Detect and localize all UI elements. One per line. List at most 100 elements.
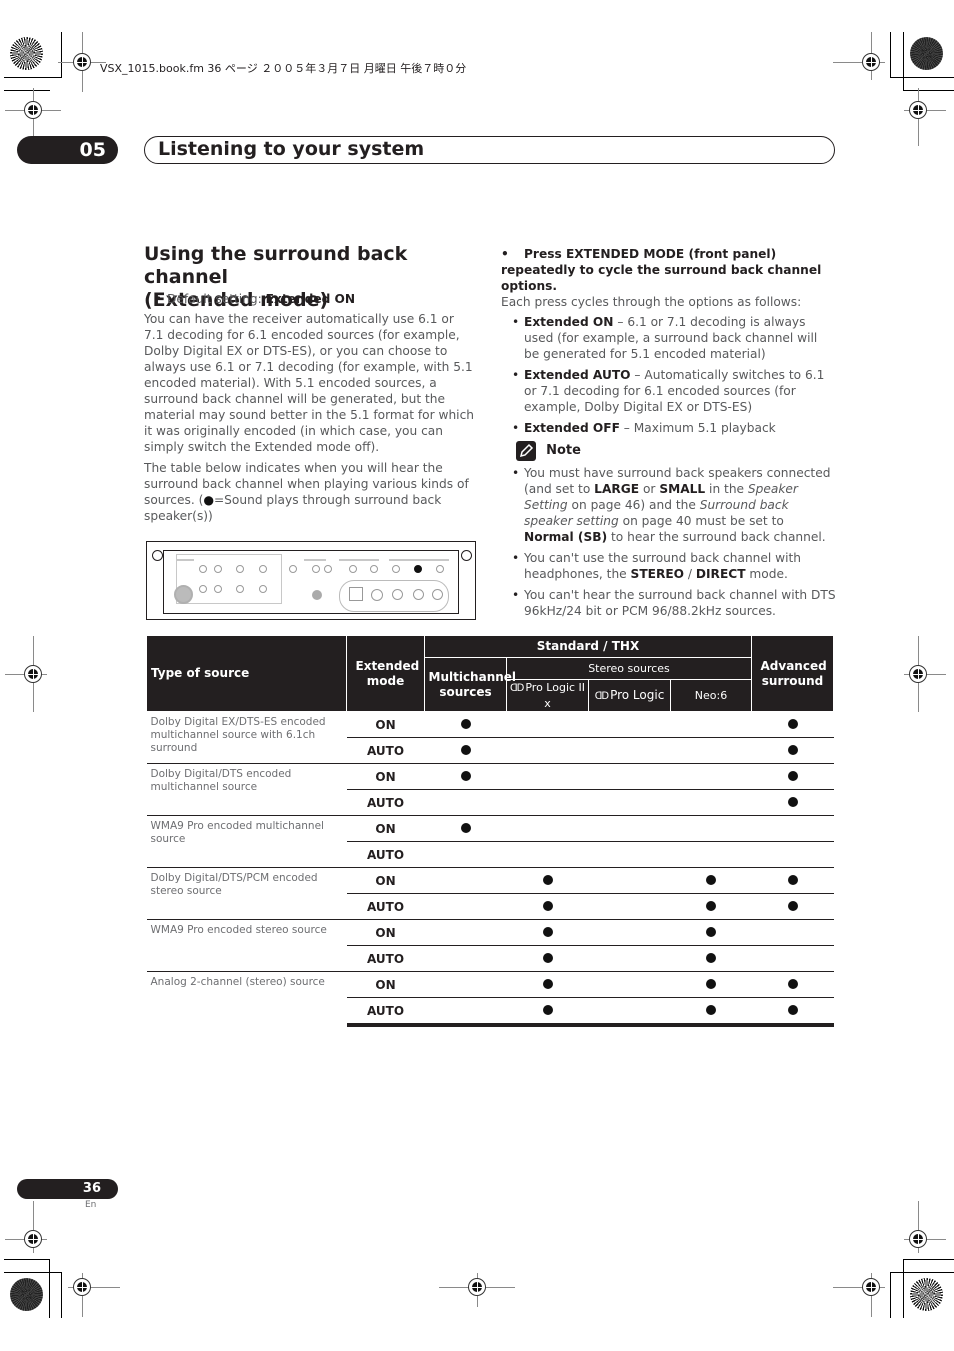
pencil-icon-glyph [519,443,534,457]
panel-label [176,559,194,561]
cell-pl2x [506,789,589,816]
note-emphasis: SMALL [659,482,706,496]
extended-mode-cell: AUTO [346,789,425,816]
panel-knob [392,565,400,573]
cell-neo6 [670,711,752,738]
extended-mode-cell: AUTO [346,997,425,1027]
table-row: WMA9 Pro encoded multichannel source ON [146,815,834,868]
sound-dot-icon [706,874,716,885]
panel-knob [214,565,222,573]
extended-mode-cell: ON [346,711,425,738]
header-advanced-surround: Advanced surround [751,635,834,712]
header-advanced-surround-text: Advanced surround [760,658,827,688]
chapter-title: Listening to your system [158,138,425,160]
cell-pl2x [506,919,589,946]
extended-mode-button-highlight [414,565,422,573]
source-type-cell: WMA9 Pro encoded stereo source [146,919,347,972]
left-column-text: Default setting: Extended ON You can hav… [144,291,474,524]
crop-mark [903,1259,904,1318]
cell-neo6 [670,737,752,764]
pencil-icon [516,440,536,461]
extended-mode-cell: AUTO [346,841,425,868]
table-row: Analog 2-channel (stereo) source ON [146,971,834,1025]
sound-dot-symbol: ● [203,493,214,507]
instruction-intro: Each press cycles through the options as… [501,295,802,309]
table-body: Dolby Digital EX/DTS-ES encoded multicha… [146,711,834,1027]
cell-neo6 [670,945,752,972]
cell-multichannel [424,867,507,894]
extended-options-list: Extended ON – 6.1 or 7.1 decoding is alw… [501,314,836,436]
header-type-of-source: Type of source [146,635,347,712]
extended-mode-cell: ON [346,763,425,790]
registration-starburst-bottom-right [910,1278,943,1311]
sound-dot-icon [542,900,553,911]
sound-dot-icon [706,926,716,937]
instruction-block: • Press EXTENDED MODE (front panel) repea… [501,246,836,441]
crop-mark [903,90,954,91]
sound-dot-icon [787,744,798,755]
note-text: in the [705,482,748,496]
cell-advanced [751,919,834,946]
cell-advanced [751,971,834,998]
extended-mode-cell: ON [346,867,425,894]
panel-knob [289,565,297,573]
extended-mode-cell: ON [346,971,425,998]
cell-pl [588,711,671,738]
cell-advanced [751,763,834,790]
table-row: Dolby Digital EX/DTS-ES encoded multicha… [146,711,834,764]
registration-starburst-bottom-left [10,1278,43,1311]
header-multichannel-text: Multichannel sources [428,669,517,699]
crop-mark [903,1259,954,1260]
cell-multichannel [424,763,507,790]
note-list: You must have surround back speakers con… [501,465,836,624]
cell-multichannel [424,997,507,1027]
registration-starburst-top-left [10,37,43,70]
cell-advanced [751,997,834,1027]
cell-pl2x [506,997,589,1027]
table-row: Dolby Digital/DTS encoded multichannel s… [146,763,834,816]
video-input-jack [432,589,443,600]
sound-dot-icon [787,874,798,885]
sound-dot-icon [542,926,553,937]
cell-neo6 [670,867,752,894]
default-setting-label: Default setting: [167,292,266,306]
note-emphasis: Normal (SB) [524,530,608,544]
cell-pl2x [506,737,589,764]
extended-mode-cell: AUTO [346,893,425,920]
cell-neo6 [670,815,752,842]
note-emphasis: DIRECT [695,567,746,581]
panel-knob [324,565,332,573]
power-button [174,585,193,604]
source-type-cell: WMA9 Pro encoded multichannel source [146,815,347,868]
sound-dot-icon [542,1004,553,1015]
note-text: on page 40 must be set to [618,514,784,528]
sound-dot-icon [787,718,798,729]
note-emphasis: LARGE [594,482,640,496]
option-name: Extended AUTO [524,368,631,382]
cell-advanced [751,737,834,764]
video-input-jack [371,589,383,601]
cell-advanced [751,867,834,894]
cell-pl [588,867,671,894]
note-text: You can't hear the surround back channel… [524,588,836,618]
crop-mark [4,1272,62,1273]
crop-mark [890,32,891,78]
cell-advanced [751,893,834,920]
cell-pl2x [506,763,589,790]
cell-multichannel [424,919,507,946]
table-row: Dolby Digital/DTS/PCM encoded stereo sou… [146,867,834,920]
cell-multichannel [424,789,507,816]
sound-dot-icon [787,978,798,989]
note-text: on page 46) and the [567,498,700,512]
source-type-cell: Dolby Digital/DTS encoded multichannel s… [146,763,347,816]
cell-pl [588,737,671,764]
note-header: Note [516,440,581,461]
cell-multichannel [424,815,507,842]
cell-pl [588,997,671,1027]
extended-mode-cell: AUTO [346,945,425,972]
option-name: Extended ON [524,315,614,329]
table-row: WMA9 Pro encoded stereo source ON [146,919,834,972]
crop-mark [49,1259,50,1318]
note-item: You can't use the surround back channel … [501,550,836,582]
panel-knob [199,585,207,593]
